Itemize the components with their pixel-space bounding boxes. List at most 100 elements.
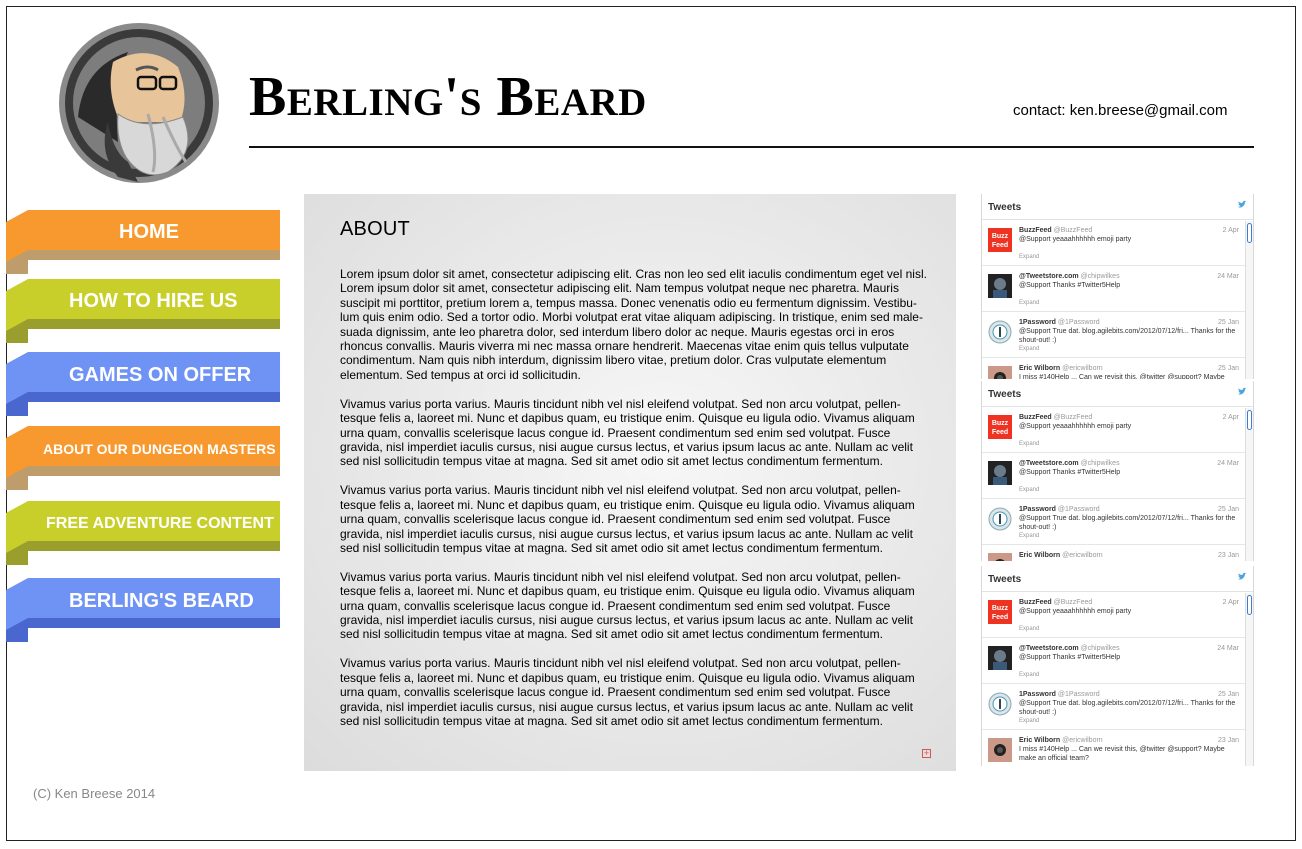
widget-scrollbar[interactable] (1245, 593, 1253, 766)
widget-scrollbar[interactable] (1245, 221, 1253, 379)
tweet-author[interactable]: @Tweetstore.com @chipwilkes (1019, 644, 1120, 653)
avatar[interactable] (988, 553, 1012, 561)
nav-item-how-to-hire-us[interactable]: HOW TO HIRE US (6, 279, 280, 343)
tweet-item[interactable]: Eric Wilborn @ericwilborn 23 JanI miss #1… (982, 545, 1253, 561)
tweet-date[interactable]: 23 Jan (1218, 736, 1239, 745)
tweet-author[interactable]: 1Password @1Password (1019, 690, 1100, 699)
tweet-author-name[interactable]: 1Password (1019, 506, 1056, 513)
tweet-date[interactable]: 2 Apr (1223, 598, 1239, 607)
tweet-expand-link[interactable]: Expand (1019, 253, 1039, 262)
avatar[interactable] (988, 366, 1012, 379)
twitter-bird-icon[interactable] (1237, 200, 1247, 210)
tweet-author-name[interactable]: Eric Wilborn (1019, 737, 1060, 744)
tweet-author[interactable]: Eric Wilborn @ericwilborn (1019, 551, 1103, 560)
tweet-author-name[interactable]: BuzzFeed (1019, 599, 1052, 606)
tweet-handle[interactable]: @BuzzFeed (1054, 227, 1093, 234)
contact-email[interactable]: contact: ken.breese@gmail.com (1013, 102, 1228, 119)
avatar[interactable] (988, 738, 1012, 762)
tweet-expand-link[interactable]: Expand (1019, 671, 1039, 680)
tweet-expand-link[interactable]: Expand (1019, 532, 1039, 541)
scrollbar-thumb[interactable] (1247, 410, 1252, 430)
tweet-expand-link[interactable]: Expand (1019, 486, 1039, 495)
nav-item-home[interactable]: HOME (6, 210, 280, 274)
tweet-item[interactable]: @Tweetstore.com @chipwilkes 24 Mar @Suppor… (982, 453, 1253, 499)
tweet-item[interactable]: Buzz Feed BuzzFeed @BuzzFeed 2 Apr @Support … (982, 592, 1253, 638)
tweet-handle[interactable]: @BuzzFeed (1054, 414, 1093, 421)
avatar[interactable] (988, 646, 1012, 670)
avatar[interactable] (988, 320, 1012, 344)
tweet-date[interactable]: 25 Jan (1218, 690, 1239, 699)
berling-logo[interactable] (58, 22, 220, 184)
tweet-item[interactable]: Buzz Feed BuzzFeed @BuzzFeed 2 Apr @Support … (982, 220, 1253, 266)
scrollbar-thumb[interactable] (1247, 223, 1252, 243)
tweet-handle[interactable]: @ericwilborn (1062, 552, 1103, 559)
nav-item-about-our-dungeon-masters[interactable]: ABOUT OUR DUNGEON MASTERS (6, 426, 280, 490)
tweet-date[interactable]: 2 Apr (1223, 226, 1239, 235)
tweet-author[interactable]: Eric Wilborn @ericwilborn (1019, 736, 1103, 745)
tweet-author[interactable]: BuzzFeed @BuzzFeed (1019, 226, 1092, 235)
tweet-date[interactable]: 2 Apr (1223, 413, 1239, 422)
avatar[interactable]: Buzz Feed (988, 228, 1012, 252)
tweet-handle[interactable]: @1Password (1058, 319, 1100, 326)
tweet-handle[interactable]: @chipwilkes (1081, 460, 1120, 467)
tweet-author-name[interactable]: 1Password (1019, 691, 1056, 698)
tweet-item[interactable]: 1Password @1Password 25 Jan @Support True … (982, 312, 1253, 358)
tweet-date[interactable]: 24 Mar (1217, 644, 1239, 653)
avatar[interactable] (988, 507, 1012, 531)
tweet-expand-link[interactable]: Expand (1019, 440, 1039, 449)
tweet-date[interactable]: 24 Mar (1217, 272, 1239, 281)
tweet-item[interactable]: Eric Wilborn @ericwilborn 23 JanI miss #1… (982, 730, 1253, 766)
twitter-bird-icon[interactable] (1237, 387, 1247, 397)
avatar[interactable]: Buzz Feed (988, 415, 1012, 439)
tweet-handle[interactable]: @chipwilkes (1081, 645, 1120, 652)
tweet-author[interactable]: 1Password @1Password (1019, 318, 1100, 327)
avatar[interactable] (988, 461, 1012, 485)
tweet-item[interactable]: Eric Wilborn @ericwilborn 25 Jan I miss #1… (982, 358, 1253, 379)
tweet-item[interactable]: 1Password @1Password 25 Jan @Support True … (982, 499, 1253, 545)
tweets-widget[interactable]: Tweets Buzz Feed BuzzFeed @BuzzFeed 2 Apr @Su… (981, 566, 1254, 766)
tweet-date[interactable]: 25 Jan (1218, 505, 1239, 514)
tweet-date[interactable]: 24 Mar (1217, 459, 1239, 468)
tweet-handle[interactable]: @1Password (1058, 506, 1100, 513)
tweet-item[interactable]: @Tweetstore.com @chipwilkes 24 Mar @Suppor… (982, 638, 1253, 684)
plus-box-icon[interactable]: + (922, 749, 931, 758)
twitter-bird-icon[interactable] (1237, 572, 1247, 582)
nav-item-berling-s-beard[interactable]: BERLING'S BEARD (6, 578, 280, 642)
tweet-expand-link[interactable]: Expand (1019, 717, 1039, 726)
nav-item-games-on-offer[interactable]: GAMES ON OFFER (6, 352, 280, 416)
tweet-author[interactable]: BuzzFeed @BuzzFeed (1019, 413, 1092, 422)
tweet-author-name[interactable]: @Tweetstore.com (1019, 460, 1079, 467)
tweet-handle[interactable]: @ericwilborn (1062, 365, 1103, 372)
tweet-author-name[interactable]: BuzzFeed (1019, 227, 1052, 234)
tweet-author-name[interactable]: Eric Wilborn (1019, 365, 1060, 372)
widget-scrollbar[interactable] (1245, 408, 1253, 561)
tweet-date[interactable]: 23 Jan (1218, 551, 1239, 560)
tweet-expand-link[interactable]: Expand (1019, 625, 1039, 634)
tweet-author-name[interactable]: Eric Wilborn (1019, 552, 1060, 559)
tweet-handle[interactable]: @BuzzFeed (1054, 599, 1093, 606)
tweet-expand-link[interactable]: Expand (1019, 299, 1039, 308)
tweet-author-name[interactable]: BuzzFeed (1019, 414, 1052, 421)
tweets-widget[interactable]: Tweets Buzz Feed BuzzFeed @BuzzFeed 2 Apr @Su… (981, 194, 1254, 379)
tweet-date[interactable]: 25 Jan (1218, 318, 1239, 327)
tweet-item[interactable]: Buzz Feed BuzzFeed @BuzzFeed 2 Apr @Support … (982, 407, 1253, 453)
avatar[interactable] (988, 692, 1012, 716)
tweet-handle[interactable]: @1Password (1058, 691, 1100, 698)
tweet-author-name[interactable]: @Tweetstore.com (1019, 645, 1079, 652)
scrollbar-thumb[interactable] (1247, 595, 1252, 615)
tweet-author[interactable]: Eric Wilborn @ericwilborn (1019, 364, 1103, 373)
tweet-author[interactable]: BuzzFeed @BuzzFeed (1019, 598, 1092, 607)
tweet-handle[interactable]: @ericwilborn (1062, 737, 1103, 744)
tweet-item[interactable]: @Tweetstore.com @chipwilkes 24 Mar @Suppor… (982, 266, 1253, 312)
avatar[interactable]: Buzz Feed (988, 600, 1012, 624)
tweet-date[interactable]: 25 Jan (1218, 364, 1239, 373)
avatar[interactable] (988, 274, 1012, 298)
tweet-author[interactable]: @Tweetstore.com @chipwilkes (1019, 272, 1120, 281)
tweet-item[interactable]: 1Password @1Password 25 Jan @Support True … (982, 684, 1253, 730)
tweet-author-name[interactable]: @Tweetstore.com (1019, 273, 1079, 280)
tweet-expand-link[interactable]: Expand (1019, 345, 1039, 354)
nav-item-free-adventure-content[interactable]: FREE ADVENTURE CONTENT (6, 501, 280, 565)
tweet-handle[interactable]: @chipwilkes (1081, 273, 1120, 280)
tweet-author-name[interactable]: 1Password (1019, 319, 1056, 326)
tweets-widget[interactable]: Tweets Buzz Feed BuzzFeed @BuzzFeed 2 Apr @Su… (981, 381, 1254, 561)
